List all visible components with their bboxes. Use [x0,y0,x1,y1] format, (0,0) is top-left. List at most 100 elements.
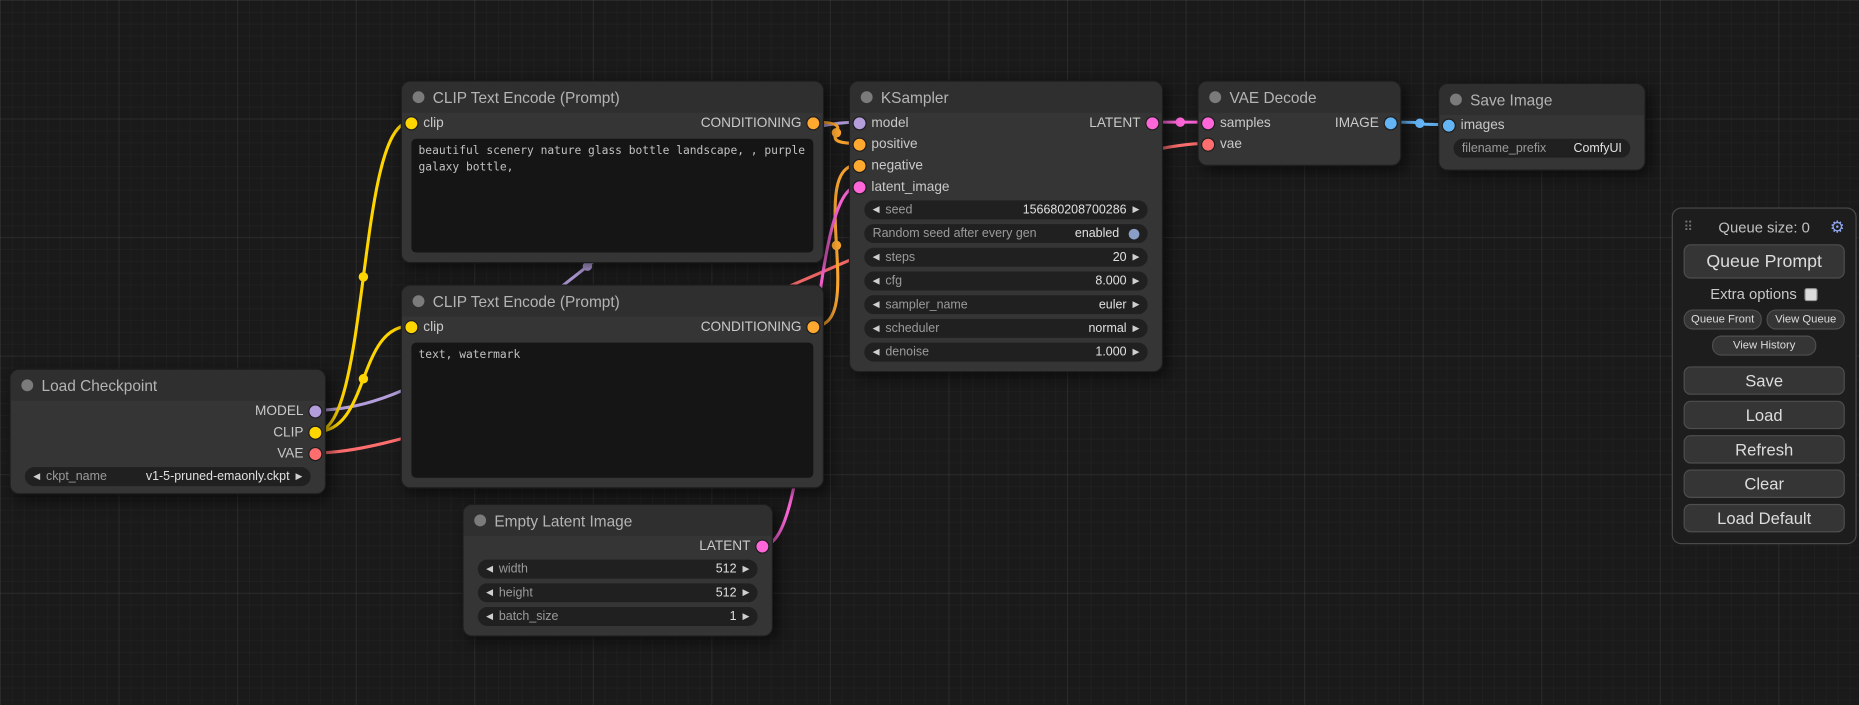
widget-cfg[interactable]: ◀cfg8.000▶ [864,272,1147,291]
input-port-dot[interactable] [854,160,866,172]
prompt-textarea[interactable]: text, watermark [411,343,813,478]
output-port-dot[interactable] [309,427,321,439]
widget-scheduler[interactable]: ◀schedulernormal▶ [864,319,1147,338]
queue-front-button[interactable]: Queue Front [1684,309,1762,329]
input-port-dot[interactable] [1202,117,1214,129]
refresh-button[interactable]: Refresh [1684,435,1845,463]
node-clip-text-encode-positive[interactable]: CLIP Text Encode (Prompt)clipCONDITIONIN… [401,81,824,264]
node-vae-decode[interactable]: VAE DecodesamplesIMAGEvae [1197,81,1401,166]
input-port-dot[interactable] [1202,139,1214,151]
increment-arrow-icon[interactable]: ▶ [742,588,749,597]
save-button[interactable]: Save [1684,366,1845,394]
widget-label: sampler_name [885,298,967,312]
widget-denoise[interactable]: ◀denoise1.000▶ [864,343,1147,362]
view-queue-button[interactable]: View Queue [1767,309,1845,329]
collapse-dot-icon[interactable] [1450,94,1462,106]
collapse-dot-icon[interactable] [474,515,486,527]
increment-arrow-icon[interactable]: ▶ [1133,324,1140,333]
increment-arrow-icon[interactable]: ▶ [295,472,302,481]
input-port-positive: positive [854,138,918,152]
output-port-dot[interactable] [756,541,768,553]
collapse-dot-icon[interactable] [861,91,873,103]
decrement-arrow-icon[interactable]: ◀ [873,253,880,262]
input-port-samples: samples [1202,116,1271,130]
widget-filename_prefix[interactable]: filename_prefixComfyUI [1454,139,1631,158]
queue-panel-header: ⠿ Queue size: 0 ⚙ [1684,217,1845,238]
node-graph-canvas[interactable]: Load CheckpointMODELCLIPVAE◀ckpt_namev1-… [0,0,1859,705]
decrement-arrow-icon[interactable]: ◀ [486,565,493,574]
queue-prompt-button[interactable]: Queue Prompt [1684,244,1845,278]
prompt-textarea[interactable]: beautiful scenery nature glass bottle la… [411,139,813,253]
input-port-dot[interactable] [854,117,866,129]
collapse-dot-icon[interactable] [1209,91,1221,103]
input-port-dot[interactable] [854,181,866,193]
collapse-dot-icon[interactable] [413,295,425,307]
input-port-dot[interactable] [405,117,417,129]
decrement-arrow-icon[interactable]: ◀ [873,205,880,214]
widget-label: scheduler [885,321,939,335]
view-history-button[interactable]: View History [1712,336,1816,356]
port-row: images [1439,115,1644,136]
port-row: modelLATENT [850,113,1162,134]
load-button[interactable]: Load [1684,401,1845,429]
input-port-dot[interactable] [405,321,417,333]
increment-arrow-icon[interactable]: ▶ [1133,348,1140,357]
node-load-checkpoint[interactable]: Load CheckpointMODELCLIPVAE◀ckpt_namev1-… [9,369,326,495]
clear-button[interactable]: Clear [1684,469,1845,497]
output-port-label: LATENT [699,539,750,553]
extra-options-row: Extra options [1684,286,1845,303]
increment-arrow-icon[interactable]: ▶ [1133,277,1140,286]
widget-width[interactable]: ◀width512▶ [478,560,758,579]
widget-ckpt_name[interactable]: ◀ckpt_namev1-5-pruned-emaonly.ckpt▶ [25,467,311,486]
increment-arrow-icon[interactable]: ▶ [1133,205,1140,214]
input-port-clip: clip [405,116,443,130]
decrement-arrow-icon[interactable]: ◀ [873,277,880,286]
node-title-bar: KSampler [850,82,1162,113]
toggle-knob-icon[interactable] [1129,228,1140,239]
widget-sampler_name[interactable]: ◀ sampler_name euler ▶ [864,295,1147,314]
node-save-image[interactable]: Save Imageimagesfilename_prefixComfyUI [1438,83,1645,171]
input-port-dot[interactable] [854,139,866,151]
extra-options-checkbox[interactable] [1805,288,1818,301]
output-port-CONDITIONING: CONDITIONING [701,116,820,130]
widget-label: seed [885,203,912,217]
decrement-arrow-icon[interactable]: ◀ [873,348,880,357]
node-ksampler[interactable]: KSamplermodelLATENTpositivenegativelaten… [849,81,1163,373]
increment-arrow-icon[interactable]: ▶ [1133,300,1140,309]
output-port-dot[interactable] [807,321,819,333]
widget-steps[interactable]: ◀steps20▶ [864,248,1147,267]
decrement-arrow-icon[interactable]: ◀ [873,300,880,309]
output-port-dot[interactable] [309,448,321,460]
output-port-dot[interactable] [1385,117,1397,129]
decrement-arrow-icon[interactable]: ◀ [873,324,880,333]
node-clip-text-encode-negative[interactable]: CLIP Text Encode (Prompt)clipCONDITIONIN… [401,285,824,489]
increment-arrow-icon[interactable]: ▶ [742,565,749,574]
output-port-dot[interactable] [1146,117,1158,129]
settings-gear-icon[interactable]: ⚙ [1830,217,1845,237]
increment-arrow-icon[interactable]: ▶ [742,612,749,621]
widget-seed[interactable]: ◀ seed 156680208700286 ▶ [864,200,1147,219]
widget-value: 156680208700286 [1023,203,1127,217]
widget-height[interactable]: ◀height512▶ [478,583,758,602]
node-title-label: KSampler [881,88,949,106]
decrement-arrow-icon[interactable]: ◀ [33,472,40,481]
collapse-dot-icon[interactable] [413,91,425,103]
drag-handle-icon[interactable]: ⠿ [1684,219,1694,234]
widget-label: width [499,562,528,576]
output-port-dot[interactable] [309,405,321,417]
output-port-dot[interactable] [807,117,819,129]
widget-label: ckpt_name [46,469,107,483]
load-default-button[interactable]: Load Default [1684,504,1845,532]
increment-arrow-icon[interactable]: ▶ [1133,253,1140,262]
collapse-dot-icon[interactable] [21,379,33,391]
decrement-arrow-icon[interactable]: ◀ [486,612,493,621]
nodes-layer: Load CheckpointMODELCLIPVAE◀ckpt_namev1-… [0,0,1859,705]
widget-value: 512 [716,586,737,600]
widget-Random seed after every gen[interactable]: Random seed after every genenabled [864,224,1147,243]
input-port-dot[interactable] [1443,120,1455,132]
decrement-arrow-icon[interactable]: ◀ [486,588,493,597]
input-port-vae: vae [1202,138,1242,152]
widget-value: euler [1099,298,1127,312]
widget-batch_size[interactable]: ◀batch_size1▶ [478,607,758,626]
node-empty-latent-image[interactable]: Empty Latent ImageLATENT◀width512▶◀heigh… [462,504,773,637]
